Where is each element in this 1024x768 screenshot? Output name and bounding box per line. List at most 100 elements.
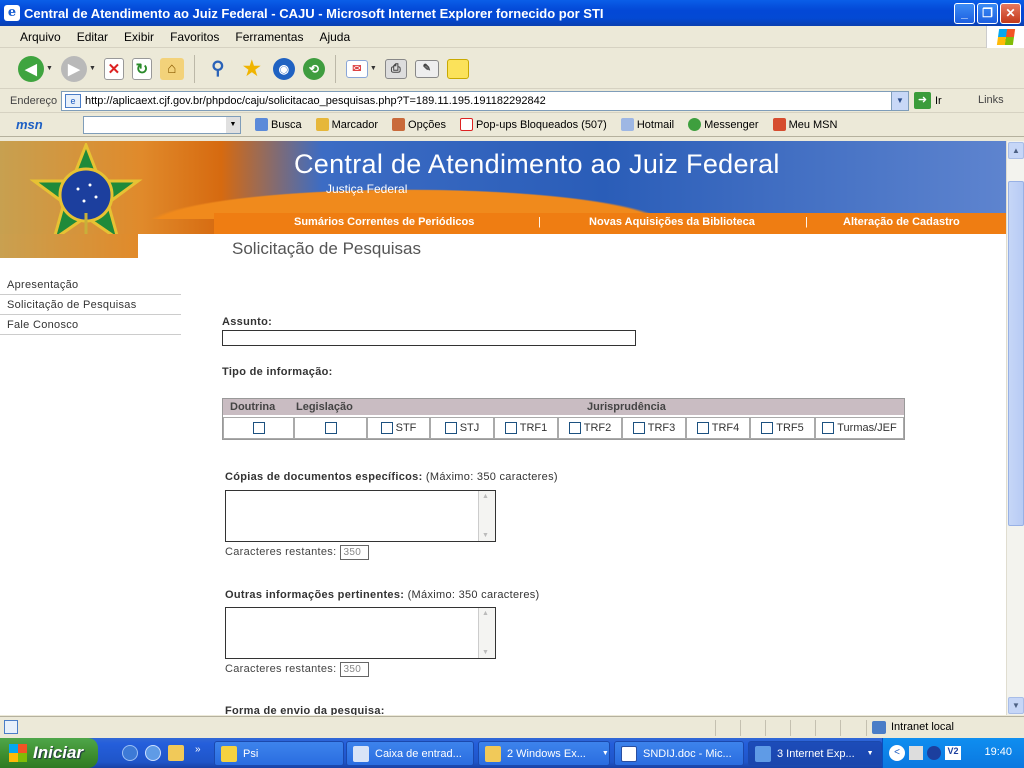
turmas-jef-checkbox[interactable] [822,422,835,434]
restore-button[interactable]: ❐ [977,3,998,24]
address-dropdown-icon[interactable]: ▼ [891,92,908,110]
address-label: Endereço [10,94,58,107]
trf3-checkbox[interactable] [632,422,645,434]
scroll-down-icon[interactable]: ▼ [1008,697,1024,714]
window-title: Central de Atendimento ao Juiz Federal -… [24,5,604,21]
msn-search-input[interactable]: ▼ [83,115,241,134]
turmas-jef-label: Turmas/JEF [837,422,897,434]
forma-envio-label: Forma de envio da pesquisa: [225,705,385,715]
close-button[interactable]: ✕ [1000,3,1021,24]
menu-editar[interactable]: Editar [69,30,116,44]
task-word[interactable]: SNDIJ.doc - Mic... [614,741,744,766]
outras-restantes-count: 350 [340,662,370,677]
doutrina-checkbox[interactable] [252,422,265,434]
menu-favoritos[interactable]: Favoritos [162,30,227,44]
ie-quicklaunch-icon[interactable] [122,745,138,761]
trf1-checkbox[interactable] [504,422,517,434]
textarea-scrollbar[interactable]: ▲ ▼ [478,608,495,658]
trf3-cell: TRF3 [622,417,686,439]
links-button[interactable]: Links [978,94,1004,106]
folder-quicklaunch-icon[interactable] [168,745,184,761]
home-icon[interactable]: ⌂ [159,57,184,80]
address-bar: Endereço e http://aplicaext.cjf.gov.br/p… [0,89,1024,113]
tray-collapse-icon[interactable]: < [889,745,905,761]
outras-textarea[interactable]: ▲ ▼ [225,607,496,659]
edit-icon[interactable]: ✎ [414,59,439,78]
minimize-button[interactable]: _ [954,3,975,24]
title-bar[interactable]: e Central de Atendimento ao Juiz Federal… [0,0,1024,26]
scroll-up-icon[interactable]: ▲ [1008,142,1024,159]
favorites-star-icon[interactable]: ★ [239,56,265,82]
top-navigation: Sumários Correntes de Periódicos | Novas… [214,213,1006,234]
task-internet-explorer[interactable]: 3 Internet Exp... ▼ [748,741,882,766]
menu-ajuda[interactable]: Ajuda [311,30,358,44]
antivirus-icon[interactable] [927,746,941,760]
trf2-label: TRF2 [583,422,612,434]
sidebar-item-fale-conosco[interactable]: Fale Conosco [0,315,181,335]
refresh-icon[interactable]: ↻ [131,57,152,80]
go-button[interactable]: ➜ Ir [914,92,942,109]
more-quicklaunch-icon[interactable]: » [195,744,201,755]
page-scrollbar[interactable]: ▲ ▼ [1006,141,1024,715]
msn-meu[interactable]: Meu MSN [772,118,837,131]
msn-logo[interactable]: msn [16,117,68,132]
sidebar-item-apresentacao[interactable]: Apresentação [0,259,181,295]
nav-alteracao-cadastro[interactable]: Alteração de Cadastro [843,216,960,228]
msn-hotmail[interactable]: Hotmail [620,118,674,131]
stj-checkbox[interactable] [444,422,457,434]
ie-icon [755,745,771,762]
windows-flag-icon [9,744,27,762]
print-icon[interactable]: ⎙ [384,58,407,79]
media-icon[interactable]: ◉ [272,57,295,80]
sidebar-item-solicitacao[interactable]: Solicitação de Pesquisas [0,295,181,315]
trf2-checkbox[interactable] [568,422,581,434]
msn-search-dropdown-icon[interactable]: ▼ [226,116,240,133]
turmas-jef-cell: Turmas/JEF [815,417,904,439]
back-dropdown-icon[interactable]: ▼ [46,65,53,72]
legislacao-checkbox[interactable] [324,422,337,434]
note-icon[interactable] [446,58,469,79]
table-row: STF STJ TRF1 TRF2 TRF3 TRF4 TRF5 Turmas/… [223,417,904,439]
task-psi[interactable]: Psi [214,741,344,766]
stf-checkbox[interactable] [380,422,393,434]
hotmail-icon [620,118,634,131]
assunto-input[interactable] [222,330,636,346]
search-icon[interactable]: ⚲ [205,56,231,82]
msn-marcador[interactable]: Marcador [315,118,378,131]
back-icon[interactable]: ◀ [18,55,44,82]
ie2-quicklaunch-icon[interactable] [145,745,161,761]
task-windows-explorer[interactable]: 2 Windows Ex... ▼ [478,741,610,766]
go-arrow-icon: ➜ [914,92,931,109]
scroll-thumb[interactable] [1008,181,1024,526]
trf3-label: TRF3 [647,422,676,434]
textarea-scrollbar[interactable]: ▲ ▼ [478,491,495,541]
address-input[interactable]: e http://aplicaext.cjf.gov.br/phpdoc/caj… [61,91,909,111]
outlook-icon [353,745,369,762]
forward-icon[interactable]: ▶ [60,55,87,82]
msn-messenger[interactable]: Messenger [688,118,759,131]
history-icon[interactable]: ⟲ [302,57,325,80]
msn-opcoes[interactable]: Opções [392,118,446,131]
msn-popups[interactable]: Pop-ups Bloqueados (507) [459,118,607,131]
network-icon[interactable] [909,746,923,760]
menu-exibir[interactable]: Exibir [116,30,162,44]
trf4-checkbox[interactable] [696,422,709,434]
task-caixa-entrada[interactable]: Caixa de entrad... [346,741,474,766]
doutrina-cell [223,417,294,439]
msn-busca[interactable]: Busca [255,118,302,131]
nav-sumarios[interactable]: Sumários Correntes de Periódicos [294,216,474,228]
trf5-checkbox[interactable] [761,422,774,434]
nav-novas-aquisicoes[interactable]: Novas Aquisições da Biblioteca [589,216,755,228]
copias-textarea[interactable]: ▲ ▼ [225,490,496,542]
start-button[interactable]: Iniciar [0,738,98,768]
forward-dropdown-icon[interactable]: ▼ [89,65,96,72]
mail-dropdown-icon[interactable]: ▼ [370,65,377,72]
mail-icon[interactable]: ✉ [345,59,368,78]
stop-icon[interactable]: ✕ [103,57,124,80]
copias-label: Cópias de documentos específicos: (Máxim… [225,471,558,483]
trf2-cell: TRF2 [558,417,622,439]
menu-ferramentas[interactable]: Ferramentas [227,30,311,44]
trf4-label: TRF4 [711,422,740,434]
menu-arquivo[interactable]: Arquivo [12,30,69,44]
vnc-icon[interactable]: V2 [945,746,961,760]
